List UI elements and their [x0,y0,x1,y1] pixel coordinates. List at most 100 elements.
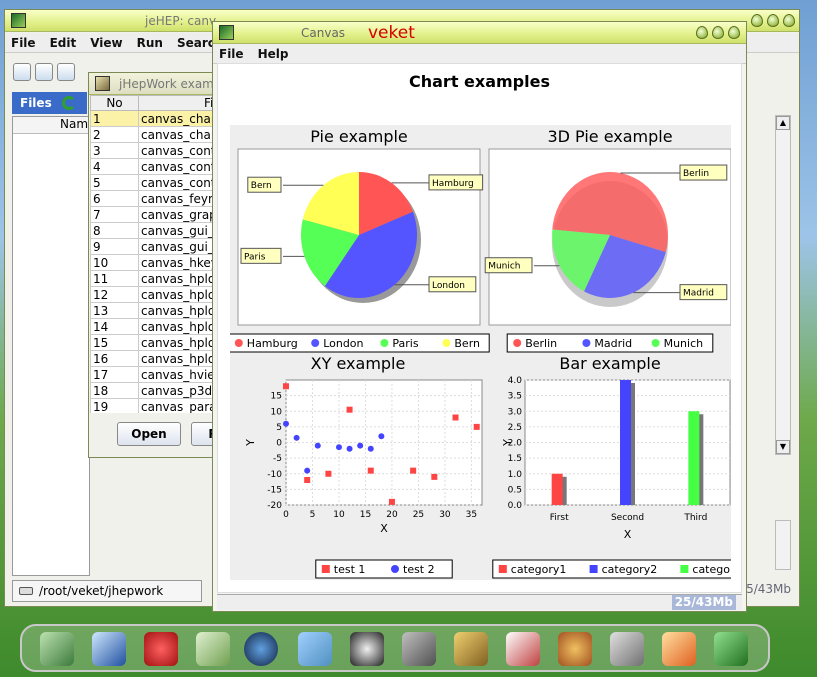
xy-point [388,498,395,505]
canvas-maximize-icon[interactable] [712,26,724,39]
row-number[interactable]: 17 [90,366,139,383]
row-number[interactable]: 8 [90,222,139,239]
console-scrollbar[interactable] [775,520,791,570]
row-number[interactable]: 11 [90,270,139,287]
pie-legend-swatch [311,339,320,347]
row-number[interactable]: 4 [90,158,139,175]
xy-point [410,467,417,474]
chart-page-title: Chart examples [409,72,550,91]
dock-palette-icon[interactable] [558,632,592,666]
row-number[interactable]: 2 [90,126,139,143]
row-number[interactable]: 14 [90,318,139,335]
scroll-down-icon[interactable]: ▼ [776,440,790,454]
pie-label: Hamburg [432,179,474,189]
column-header-no[interactable]: No [90,95,139,111]
row-number[interactable]: 12 [90,286,139,303]
dock-usb-icon[interactable] [610,632,644,666]
xy-point [283,383,289,390]
row-number[interactable]: 13 [90,302,139,319]
veket-brand: veket [368,23,415,43]
close-icon[interactable] [783,14,795,27]
dock-book-icon[interactable] [454,632,488,666]
row-number[interactable]: 10 [90,254,139,271]
dock-network-icon[interactable] [298,632,332,666]
row-number[interactable]: 5 [90,174,139,191]
bar-xtick: Second [611,513,644,523]
bar-legend-label: category2 [602,563,658,576]
canvas-minimize-icon[interactable] [696,26,708,39]
bar-legend-swatch [680,565,689,573]
dock-tools-icon[interactable] [402,632,436,666]
xy-legend-label: test 2 [403,563,435,576]
file-browser-header[interactable]: Nam [13,117,89,134]
xy-ytick: -10 [267,470,282,480]
row-number[interactable]: 1 [90,110,139,127]
refresh-icon[interactable] [61,96,76,110]
file-browser[interactable]: Nam [12,116,90,576]
bar-xlabel: X [624,528,632,541]
main-window-title: jeHEP: canv [145,14,217,28]
dock-pen-icon[interactable] [196,632,230,666]
open-folder-icon[interactable] [35,63,53,81]
row-number[interactable]: 7 [90,206,139,223]
row-number[interactable]: 19 [90,398,139,413]
menu-run[interactable]: Run [137,36,163,50]
xy-legend-swatch [321,565,330,573]
canvas-title-bar[interactable]: Canvas veket [213,22,746,44]
row-number[interactable]: 15 [90,334,139,351]
open-button[interactable]: Open [117,422,181,446]
download-icon[interactable] [57,63,75,81]
dock-game-icon[interactable] [662,632,696,666]
menu-file[interactable]: File [11,36,36,50]
main-toolbar [13,58,95,86]
canvas-status-bar: 25/43Mb [217,594,742,610]
scroll-up-icon[interactable]: ▲ [776,116,790,130]
dock-dragon-icon[interactable] [144,632,178,666]
minimize-icon[interactable] [751,14,763,27]
xy-point [325,470,332,477]
row-number[interactable]: 9 [90,238,139,255]
editor-scrollbar[interactable]: ▲ ▼ [775,115,791,455]
pie-label: Paris [244,252,266,262]
canvas-close-icon[interactable] [728,26,740,39]
dock-monitor-icon[interactable] [92,632,126,666]
dock-camera-icon[interactable] [714,632,748,666]
files-tab[interactable]: Files [12,92,87,114]
xy-point [314,442,321,449]
xy-xtick: 35 [466,510,477,520]
chart-canvas: Chart examples Pie example Hamburg London P… [217,63,764,593]
app-icon [11,13,26,28]
pie-legend-swatch [380,339,389,347]
pie3d-label: Munich [488,262,520,272]
pie-legend-label: Bern [454,337,480,350]
dock-penguin-icon[interactable] [350,632,384,666]
canvas-menu-file[interactable]: File [219,47,244,61]
xy-xlabel: X [380,522,388,535]
dock-media-icon[interactable] [244,632,278,666]
xy-xtick: 0 [283,510,289,520]
xy-point [473,423,480,430]
dock-graph-icon[interactable] [40,632,74,666]
menu-view[interactable]: View [90,36,122,50]
maximize-icon[interactable] [767,14,779,27]
menu-edit[interactable]: Edit [50,36,77,50]
pie3d-legend-swatch [651,339,660,347]
bar-ytick: 3.5 [508,392,522,402]
xy-ytick: -20 [267,501,282,511]
xy-xtick: 20 [386,510,398,520]
pie3d-legend-swatch [582,339,591,347]
pie3d-legend-label: Madrid [594,337,632,350]
row-number[interactable]: 6 [90,190,139,207]
xy-point [357,442,364,449]
row-number[interactable]: 16 [90,350,139,367]
bar-legend-label: category3 [692,563,731,576]
new-file-icon[interactable] [13,63,31,81]
canvas-menu-bar: File Help [213,44,746,64]
row-number[interactable]: 3 [90,142,139,159]
xy-xtick: 15 [360,510,371,520]
xy-point [367,445,374,452]
bar-ytick: 1.0 [508,470,523,480]
canvas-menu-help[interactable]: Help [258,47,289,61]
dock-chart-icon[interactable] [506,632,540,666]
row-number[interactable]: 18 [90,382,139,399]
